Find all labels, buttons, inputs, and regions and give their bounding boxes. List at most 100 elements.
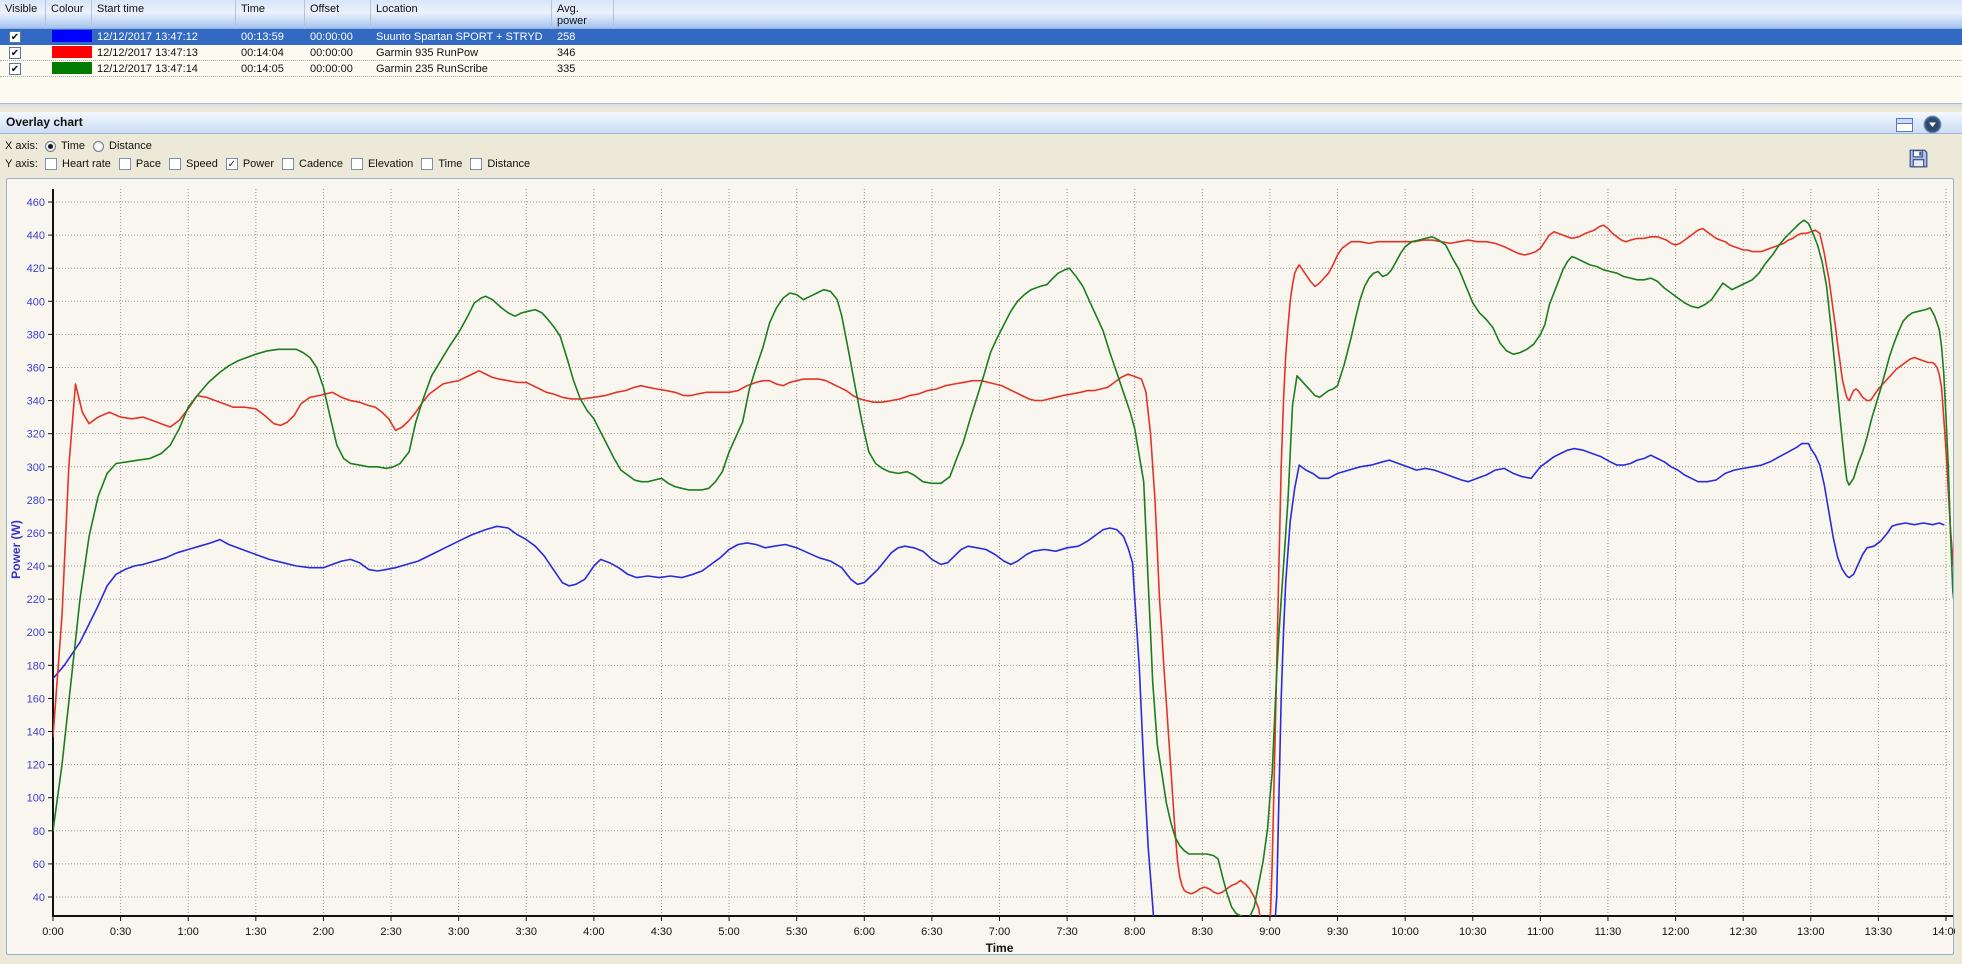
svg-text:9:30: 9:30 (1327, 926, 1348, 938)
x-axis-radio-distance[interactable] (93, 140, 105, 152)
offset-cell: 00:00:00 (310, 46, 353, 59)
axis-controls: X axis: Time Distance Y axis: Heart rate P… (0, 135, 1962, 178)
svg-text:140: 140 (27, 727, 45, 739)
column-header-colour[interactable]: Colour (46, 0, 92, 29)
svg-text:13:00: 13:00 (1797, 926, 1825, 938)
svg-text:0:00: 0:00 (42, 926, 63, 938)
y-axis-checkbox-elevation[interactable] (351, 158, 364, 170)
start-time-cell: 12/12/2017 13:47:13 (97, 46, 198, 59)
svg-text:200: 200 (27, 627, 45, 639)
column-header-visible[interactable]: Visible (0, 0, 46, 29)
svg-text:12:00: 12:00 (1662, 926, 1690, 938)
panel-layout-icon[interactable] (1896, 117, 1913, 135)
svg-text:1:30: 1:30 (245, 926, 266, 938)
y-axis-checkbox-time[interactable] (421, 158, 434, 170)
svg-text:4:00: 4:00 (583, 926, 604, 938)
svg-text:2:30: 2:30 (380, 926, 401, 938)
overlay-chart-bar: Overlay chart (0, 112, 1962, 134)
svg-text:9:00: 9:00 (1259, 926, 1280, 938)
svg-text:5:30: 5:30 (786, 926, 807, 938)
table-rows: ✔ 12/12/2017 13:47:12 00:13:59 00:00:00 Suun… (0, 29, 1962, 77)
y-axis-option-label: Speed (186, 158, 218, 170)
svg-text:10:30: 10:30 (1459, 926, 1487, 938)
svg-text:6:30: 6:30 (921, 926, 942, 938)
time-cell: 00:14:04 (241, 46, 284, 59)
column-header-avg-power[interactable]: Avg. power (552, 0, 614, 29)
svg-text:400: 400 (27, 296, 45, 308)
y-axis-checkbox-heart-rate[interactable] (45, 158, 57, 170)
svg-text:8:30: 8:30 (1192, 926, 1213, 938)
svg-text:13:30: 13:30 (1865, 926, 1893, 938)
svg-text:12:30: 12:30 (1729, 926, 1757, 938)
svg-text:5:00: 5:00 (718, 926, 739, 938)
svg-text:3:00: 3:00 (448, 926, 469, 938)
y-axis-option-label: Heart rate (62, 158, 111, 170)
svg-text:10:00: 10:00 (1391, 926, 1419, 938)
y-axis-checkbox-power[interactable]: ✓ (225, 158, 238, 170)
svg-text:340: 340 (27, 396, 45, 408)
svg-text:180: 180 (27, 660, 45, 672)
svg-text:1:00: 1:00 (178, 926, 199, 938)
svg-text:300: 300 (27, 462, 45, 474)
splitter[interactable] (0, 104, 1962, 112)
visible-cell: ✔ (0, 61, 46, 77)
svg-text:7:00: 7:00 (989, 926, 1010, 938)
svg-text:240: 240 (27, 561, 45, 573)
y-axis-checkbox-cadence[interactable] (282, 158, 294, 170)
avg-power-cell: 346 (557, 46, 576, 59)
svg-text:0:30: 0:30 (110, 926, 131, 938)
y-axis-checkbox-pace[interactable] (118, 158, 131, 170)
svg-text:260: 260 (27, 528, 45, 540)
start-time-cell: 12/12/2017 13:47:14 (97, 62, 198, 75)
svg-text:100: 100 (27, 793, 45, 805)
y-axis-option-label: Cadence (299, 158, 344, 170)
svg-text:14:00: 14:00 (1932, 926, 1955, 938)
y-axis-checkbox-speed[interactable] (169, 158, 181, 170)
svg-text:8:00: 8:00 (1124, 926, 1145, 938)
svg-text:160: 160 (27, 693, 45, 705)
svg-text:380: 380 (27, 329, 45, 341)
table-row[interactable]: ✔ 12/12/2017 13:47:14 00:14:05 00:00:00 Garm… (0, 61, 1962, 77)
avg-power-cell: 335 (557, 62, 576, 75)
svg-text:4:30: 4:30 (651, 926, 672, 938)
svg-text:320: 320 (27, 429, 45, 441)
x-axis-option-label: Time (61, 140, 86, 152)
y-axis-checkbox-distance[interactable] (470, 158, 483, 170)
column-header-location[interactable]: Location (371, 0, 552, 29)
visible-checkbox[interactable]: ✔ (9, 31, 21, 43)
table-row[interactable]: ✔ 12/12/2017 13:47:12 00:13:59 00:00:00 Suun… (0, 29, 1962, 45)
colour-swatch (52, 45, 92, 58)
table-row[interactable]: ✔ 12/12/2017 13:47:13 00:14:04 00:00:00 Garm… (0, 45, 1962, 61)
column-header-time[interactable]: Time (236, 0, 305, 29)
svg-text:7:30: 7:30 (1056, 926, 1077, 938)
svg-text:60: 60 (33, 859, 45, 871)
colour-cell (46, 45, 92, 61)
y-axis-label: Y axis: (5, 158, 38, 170)
y-axis-option-label: Time (438, 158, 463, 170)
location-cell: Garmin 235 RunScribe (376, 62, 488, 75)
y-axis-option-label: Distance (487, 158, 531, 170)
visible-checkbox[interactable]: ✔ (9, 46, 21, 59)
visible-cell: ✔ (0, 45, 46, 61)
svg-text:120: 120 (27, 760, 45, 772)
x-axis-radio-time[interactable] (45, 140, 56, 152)
location-cell: Garmin 935 RunPow (376, 46, 479, 59)
column-header-start-time[interactable]: Start time (92, 0, 236, 29)
collapse-panel-icon[interactable] (1923, 115, 1942, 137)
x-axis-title: Time (986, 941, 1014, 955)
overlay-chart-panel: 40 60 80 100 120 140 160 180 200 220 240 260 280 300 3… (6, 178, 1960, 955)
y-axis-option-label: Pace (135, 158, 161, 170)
save-icon[interactable] (1909, 149, 1928, 171)
y-axis-option-label: Power (242, 158, 274, 170)
colour-swatch (52, 30, 92, 42)
visible-cell: ✔ (0, 29, 46, 45)
svg-text:280: 280 (27, 495, 45, 507)
overlay-chart-title: Overlay chart (6, 115, 83, 129)
svg-text:40: 40 (33, 892, 45, 904)
svg-text:440: 440 (27, 230, 45, 242)
column-header-offset[interactable]: Offset (305, 0, 371, 29)
location-cell: Suunto Spartan SPORT + STRYD (376, 31, 543, 43)
svg-text:11:30: 11:30 (1595, 926, 1622, 938)
activities-table: Visible Colour Start time Time Offset Locatio… (0, 0, 1962, 104)
visible-checkbox[interactable]: ✔ (9, 62, 21, 75)
